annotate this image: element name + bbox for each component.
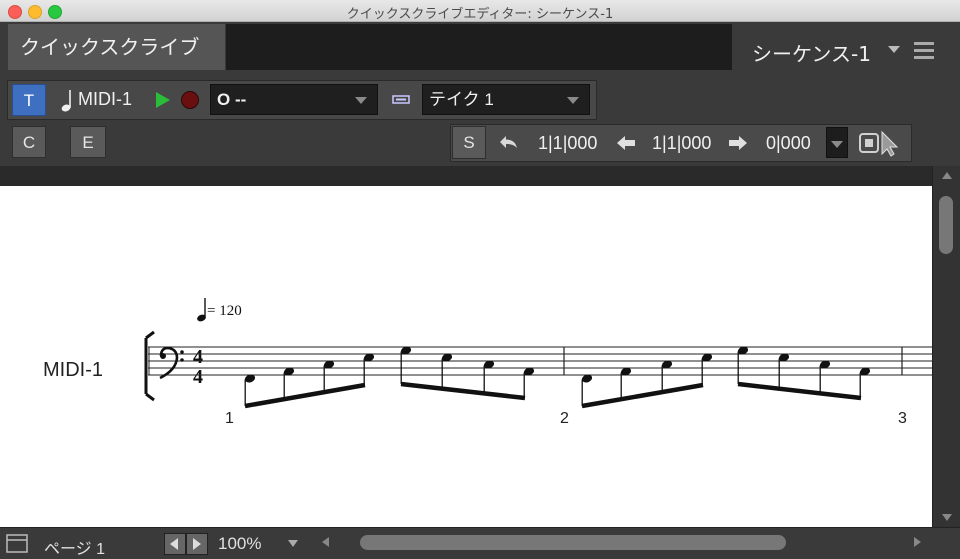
record-icon[interactable] (180, 90, 200, 110)
layout-icon[interactable] (6, 534, 28, 554)
scroll-right-icon[interactable] (914, 537, 921, 547)
tempo-note-icon (197, 298, 206, 322)
select-tool-icon[interactable] (858, 129, 906, 157)
vertical-scrollbar[interactable] (932, 166, 960, 527)
arrow-left-icon[interactable] (616, 135, 636, 151)
play-icon[interactable] (155, 91, 171, 109)
staff-lines (148, 346, 932, 376)
sequence-name[interactable]: シーケンス-1 (752, 38, 871, 67)
start-position[interactable]: 1|1|000 (538, 133, 597, 154)
page-indicator: ページ 1 (44, 541, 106, 558)
note-beam (737, 381, 862, 401)
take-dropdown[interactable]: テイク 1 (422, 84, 590, 115)
score-canvas: MIDI-1 = 120 4 4 1 2 3 (0, 186, 932, 527)
output-dropdown[interactable]: O -- (210, 84, 378, 115)
staff-notation (144, 298, 932, 409)
menu-hamburger-icon[interactable] (914, 42, 934, 63)
note-icon (61, 90, 71, 112)
vertical-scroll-thumb[interactable] (939, 196, 953, 254)
window-title: クイックスクライブエディター: シーケンス-1 (346, 7, 614, 22)
system-bracket (144, 330, 155, 402)
output-value: O -- (217, 90, 247, 109)
c-button[interactable]: C (12, 126, 46, 158)
end-position[interactable]: 1|1|000 (652, 133, 711, 154)
output-chevron-down-icon (355, 97, 367, 104)
s-button[interactable]: S (452, 126, 486, 159)
e-button[interactable]: E (70, 126, 106, 158)
scroll-left-icon[interactable] (322, 537, 329, 547)
window-titlebar: クイックスクライブエディター: シーケンス-1 (0, 0, 960, 22)
length-chevron-down-icon (831, 141, 843, 148)
horizontal-scroll-thumb[interactable] (360, 535, 786, 550)
score-top-border (0, 166, 932, 186)
prev-page-button[interactable] (164, 533, 186, 555)
prev-page-icon (170, 538, 178, 550)
scroll-up-icon[interactable] (942, 172, 952, 179)
scroll-down-icon[interactable] (942, 514, 952, 521)
zoom-level[interactable]: 100% (218, 534, 261, 554)
arrow-right-icon[interactable] (728, 135, 748, 151)
length-dropdown[interactable] (826, 127, 848, 158)
tab-quickscribe[interactable]: クイックスクライブ (8, 24, 225, 70)
status-bar: ページ 1 100% (0, 527, 960, 558)
next-page-button[interactable] (186, 533, 208, 555)
note-beam (581, 382, 704, 409)
zoom-chevron-down-icon[interactable] (288, 540, 298, 547)
note-beam (244, 382, 366, 409)
track-name[interactable]: MIDI-1 (78, 89, 132, 110)
bass-clef-icon (159, 346, 184, 380)
tab-bar-empty-area (226, 24, 732, 70)
take-icon (392, 95, 410, 104)
undo-icon[interactable] (496, 133, 520, 151)
note-beam (400, 381, 526, 401)
take-chevron-down-icon (567, 97, 579, 104)
track-toggle-button[interactable]: T (12, 84, 46, 116)
sequence-chevron-down-icon[interactable] (888, 46, 900, 53)
next-page-icon (193, 538, 201, 550)
length-value[interactable]: 0|000 (766, 133, 811, 154)
take-value: テイク 1 (429, 90, 494, 109)
